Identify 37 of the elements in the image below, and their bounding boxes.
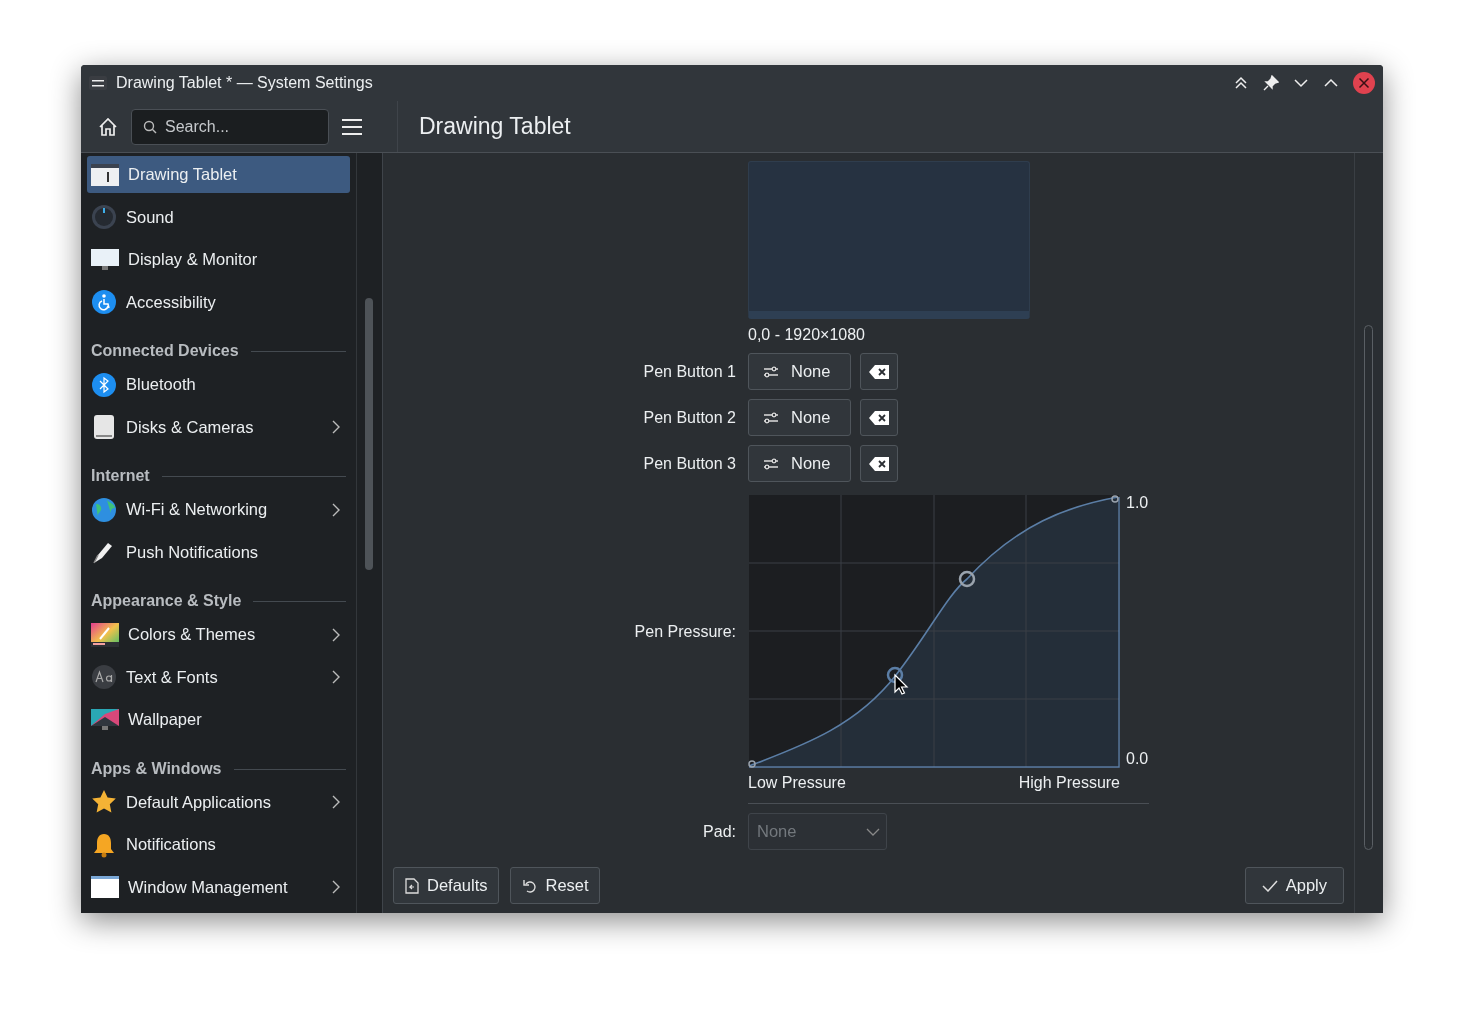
sidebar-item[interactable]: Display & Monitor bbox=[87, 241, 350, 278]
axis-label: Low Pressure bbox=[748, 774, 846, 792]
sidebar-item[interactable]: Wallpaper bbox=[87, 701, 350, 738]
sidebar-item[interactable]: Accessibility bbox=[87, 283, 350, 321]
sidebar-item[interactable]: Wi-Fi & Networking bbox=[87, 491, 350, 528]
sidebar-item[interactable]: Colors & Themes bbox=[87, 616, 350, 653]
reset-button[interactable]: Reset bbox=[509, 867, 600, 904]
axis-label: 1.0 bbox=[1126, 494, 1149, 512]
sidebar-item[interactable]: Bluetooth bbox=[87, 366, 350, 403]
field-label: Pad: bbox=[702, 822, 736, 841]
sidebar-item[interactable]: Drawing Tablet bbox=[87, 156, 350, 193]
window-title: Drawing Tablet * — System Settings bbox=[116, 74, 373, 92]
axis-label: 0.0 bbox=[1126, 750, 1149, 768]
defaults-button[interactable]: Defaults bbox=[393, 867, 499, 904]
field-label: Pen Button 1 bbox=[642, 362, 736, 381]
action-button[interactable]: None bbox=[748, 353, 851, 390]
action-button[interactable]: None bbox=[748, 445, 851, 482]
field-label: Pen Button 3 bbox=[642, 454, 736, 473]
sidebar-item[interactable]: Default Applications bbox=[87, 783, 350, 821]
section-heading: Connected Devices bbox=[91, 342, 239, 360]
search-field[interactable]: Search... bbox=[131, 108, 329, 145]
sidebar-item[interactable]: Sound bbox=[87, 198, 350, 236]
axis-label: High Pressure bbox=[1018, 774, 1120, 792]
section-heading: Apps & Windows bbox=[91, 759, 222, 778]
section-heading: Internet bbox=[91, 467, 150, 485]
field-label: Pen Pressure: bbox=[633, 622, 736, 641]
sidebar-item[interactable]: Window Management bbox=[87, 868, 350, 906]
action-button[interactable]: None bbox=[748, 399, 851, 436]
sidebar-item[interactable]: Push Notifications bbox=[87, 533, 350, 571]
sidebar-item[interactable]: Notifications bbox=[87, 826, 350, 863]
sidebar-item[interactable]: Disks & Cameras bbox=[87, 408, 350, 446]
section-heading: Appearance & Style bbox=[91, 592, 242, 610]
apply-button[interactable]: Apply bbox=[1244, 867, 1344, 904]
page-title: Drawing Tablet bbox=[418, 112, 571, 141]
area-caption: 0,0 - 1920×1080 bbox=[748, 326, 866, 344]
field-label: Pen Button 2 bbox=[642, 408, 736, 427]
sidebar-item[interactable]: Text & Fonts bbox=[87, 658, 350, 696]
